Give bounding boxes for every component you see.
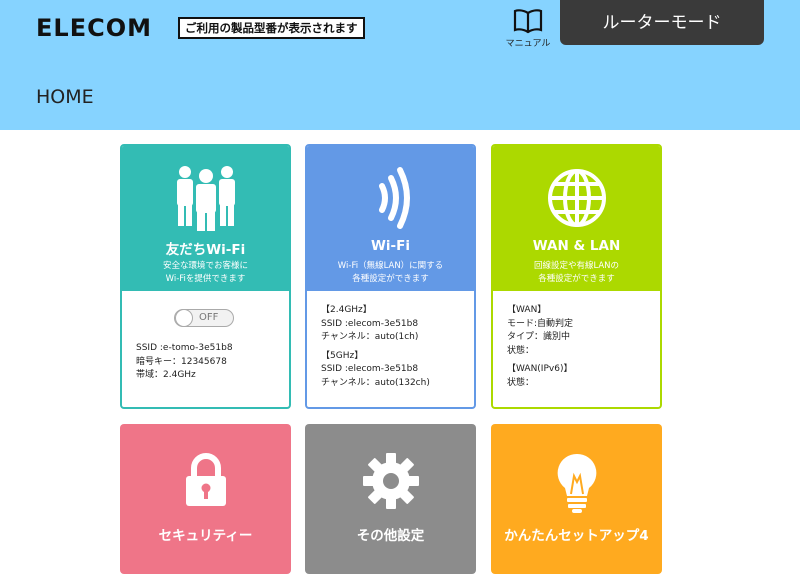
wifi-24ghz-heading: 【2.4GHz】 <box>321 305 372 315</box>
friend-wifi-info: SSID :e-tomo-3e51b8 暗号キー：12345678 帯域：2.4… <box>136 342 283 383</box>
toggle-label: OFF <box>199 312 219 323</box>
book-icon <box>513 9 543 34</box>
other-settings-tile[interactable]: その他設定 <box>305 424 476 574</box>
wan-lan-desc-line1: 回線設定や有線LANの <box>533 261 620 271</box>
lightbulb-icon <box>557 453 596 513</box>
wan-mode: モード:自動判定 <box>507 318 574 329</box>
security-tile[interactable]: セキュリティー <box>120 424 291 574</box>
other-settings-label: その他設定 <box>356 528 425 544</box>
friend-wifi-desc-line1: 安全な環境でお客様に <box>162 261 248 271</box>
wifi-24ghz-ssid: SSID :elecom-3e51b8 <box>321 318 419 329</box>
lock-icon <box>185 453 226 506</box>
friend-wifi-toggle[interactable]: OFF <box>174 309 234 327</box>
friend-wifi-card-header[interactable]: 友だちWi-Fi 安全な環境でお客様に Wi-Fiを提供できます <box>122 146 289 291</box>
easy-setup-label: かんたんセットアップ4 <box>504 528 649 544</box>
wan-section: 【WAN】 モード:自動判定 タイプ：識別中 状態： <box>507 304 654 358</box>
friend-wifi-title: 友だちWi-Fi <box>165 242 246 258</box>
gear-icon <box>362 453 419 509</box>
wan-ipv6-heading: 【WAN(IPv6)】 <box>507 364 573 374</box>
wan-heading: 【WAN】 <box>507 305 547 315</box>
wifi-card[interactable]: Wi-Fi Wi-Fi（無線LAN）に関する 各種設定ができます 【2.4GHz… <box>305 144 476 409</box>
wifi-card-header[interactable]: Wi-Fi Wi-Fi（無線LAN）に関する 各種設定ができます <box>307 146 474 291</box>
wan-state: 状態： <box>507 345 535 356</box>
globe-icon <box>547 169 606 227</box>
toggle-knob <box>175 309 193 327</box>
friend-wifi-description: 安全な環境でお客様に Wi-Fiを提供できます <box>126 260 285 286</box>
wifi-desc-line2: 各種設定ができます <box>352 274 429 284</box>
wan-lan-card-header[interactable]: WAN & LAN 回線設定や有線LANの 各種設定ができます <box>493 146 660 291</box>
friend-wifi-card[interactable]: 友だちWi-Fi 安全な環境でお客様に Wi-Fiを提供できます OFF SSI… <box>120 144 291 409</box>
friend-wifi-band: 帯域：2.4GHz <box>136 370 196 380</box>
wifi-5ghz-heading: 【5GHz】 <box>321 350 364 361</box>
wan-ipv6-state: 状態： <box>507 377 535 388</box>
wan-type: タイプ：識別中 <box>507 332 571 342</box>
header: ELECOM ご利用の製品型番が表示されます マニュアル ルーターモード HOM… <box>0 0 800 130</box>
wan-ipv6-section: 【WAN(IPv6)】 状態： <box>507 363 654 390</box>
wan-lan-card[interactable]: WAN & LAN 回線設定や有線LANの 各種設定ができます 【WAN】 モー… <box>491 144 662 409</box>
friend-wifi-desc-line2: Wi-Fiを提供できます <box>165 274 246 284</box>
wifi-5ghz-section: 【5GHz】 SSID :elecom-3e51b8 チャンネル：auto(13… <box>321 350 468 391</box>
wifi-5ghz-channel: チャンネル：auto(132ch) <box>321 377 430 388</box>
friend-wifi-ssid: SSID :e-tomo-3e51b8 <box>136 343 233 353</box>
wan-lan-title: WAN & LAN <box>532 238 621 254</box>
wifi-desc-line1: Wi-Fi（無線LAN）に関する <box>337 261 444 271</box>
wifi-info: 【2.4GHz】 SSID :elecom-3e51b8 チャンネル：auto(… <box>321 304 468 395</box>
wifi-signal-icon <box>378 167 410 229</box>
wifi-24ghz-channel: チャンネル：auto(1ch) <box>321 332 419 342</box>
page-title: HOME <box>36 86 94 108</box>
security-label: セキュリティー <box>158 528 253 544</box>
friend-wifi-key: 暗号キー：12345678 <box>136 356 227 367</box>
people-icon <box>176 166 235 231</box>
wifi-title: Wi-Fi <box>371 238 410 254</box>
wifi-description: Wi-Fi（無線LAN）に関する 各種設定ができます <box>311 260 470 286</box>
wifi-5ghz-ssid: SSID :elecom-3e51b8 <box>321 364 419 374</box>
wan-lan-description: 回線設定や有線LANの 各種設定ができます <box>497 260 656 286</box>
wan-lan-desc-line2: 各種設定ができます <box>538 274 615 284</box>
easy-setup-tile[interactable]: かんたんセットアップ4 <box>491 424 662 574</box>
wifi-24ghz-section: 【2.4GHz】 SSID :elecom-3e51b8 チャンネル：auto(… <box>321 304 468 345</box>
manual-link[interactable]: マニュアル <box>504 8 552 49</box>
manual-label: マニュアル <box>505 39 551 49</box>
router-mode-tab[interactable]: ルーターモード <box>560 0 764 45</box>
model-tagline: ご利用の製品型番が表示されます <box>178 17 365 39</box>
wan-lan-info: 【WAN】 モード:自動判定 タイプ：識別中 状態： 【WAN(IPv6)】 状… <box>507 304 654 395</box>
elecom-logo: ELECOM <box>36 14 152 42</box>
